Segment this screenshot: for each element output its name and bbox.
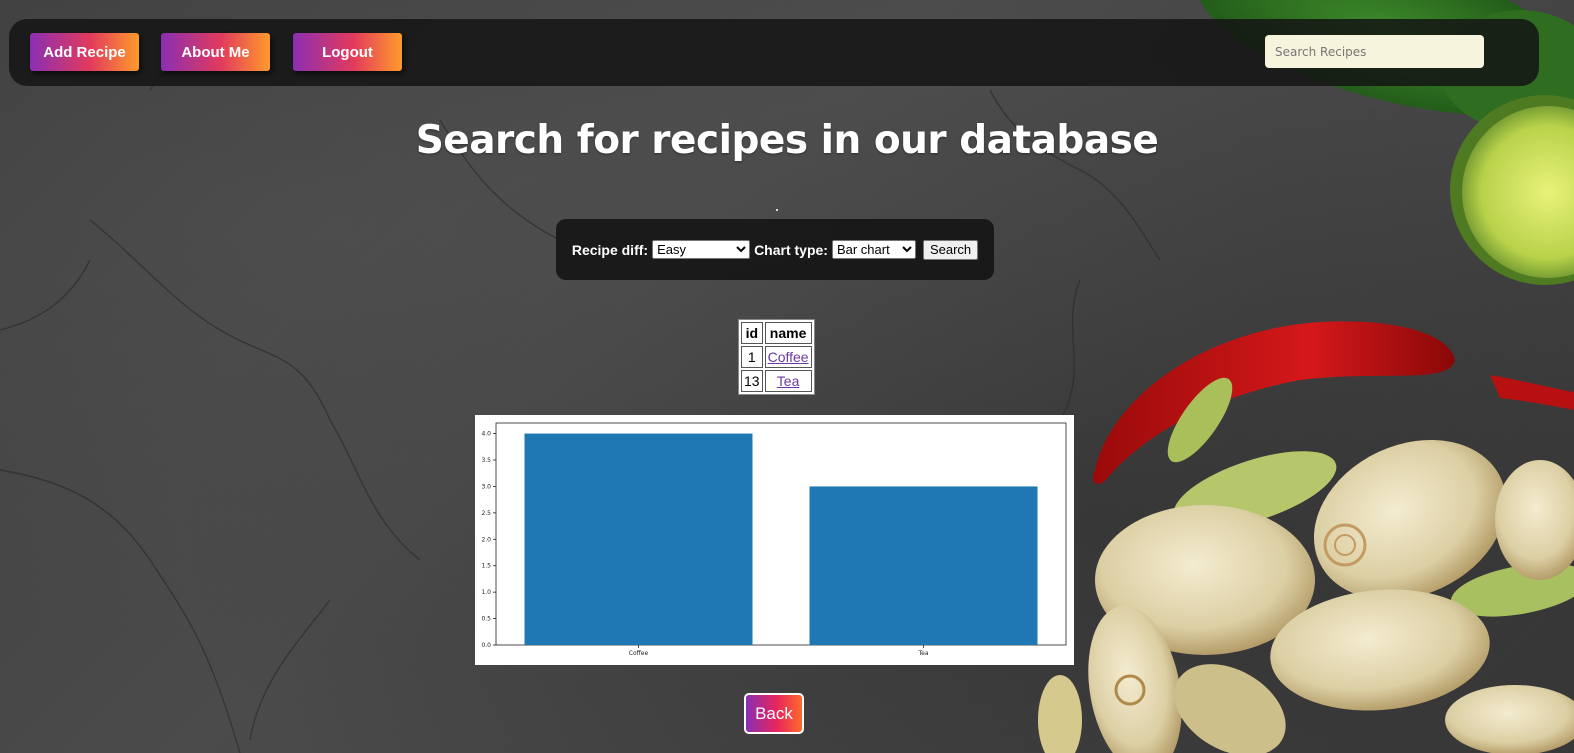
table-header-row: id name: [741, 322, 812, 344]
about-me-button[interactable]: About Me: [161, 33, 270, 71]
y-tick-label: 0.0: [481, 642, 491, 649]
add-recipe-button[interactable]: Add Recipe: [30, 33, 139, 71]
cell-id: 1: [741, 346, 763, 368]
y-tick-label: 0.5: [481, 616, 491, 623]
recipe-diff-select[interactable]: Easy: [652, 240, 751, 259]
recipe-diff-label: Recipe diff:: [571, 241, 649, 258]
results-table: id name 1 Coffee 13 Tea: [738, 319, 815, 395]
recipe-link[interactable]: Tea: [777, 373, 800, 389]
table-row: 13 Tea: [741, 370, 812, 392]
y-tick-label: 2.5: [481, 510, 491, 517]
y-tick-label: 2.0: [481, 536, 491, 543]
y-tick-label: 4.0: [481, 431, 491, 438]
back-button[interactable]: Back: [744, 693, 804, 734]
chart-type-label: Chart type:: [754, 241, 828, 258]
y-tick-label: 3.5: [481, 457, 491, 464]
y-tick-label: 1.5: [481, 563, 491, 570]
header-id: id: [741, 322, 763, 344]
y-tick-label: 3.0: [481, 483, 491, 490]
table-row: 1 Coffee: [741, 346, 812, 368]
logout-button[interactable]: Logout: [293, 33, 402, 71]
bar: [809, 486, 1038, 645]
header-name: name: [764, 322, 812, 344]
cell-name: Tea: [764, 370, 812, 392]
x-tick-label: Coffee: [629, 650, 649, 657]
search-recipes-input[interactable]: [1265, 35, 1484, 68]
bar-chart: 0.0 0.5 1.0 1.5 2.0 2.5 3.0 3.5 4.0 Coffee Tea: [475, 415, 1074, 665]
decorative-dot: [776, 209, 778, 211]
x-tick-label: Tea: [917, 650, 928, 657]
bar: [524, 433, 753, 645]
chart-type-select[interactable]: Bar chart: [831, 240, 916, 259]
cell-name: Coffee: [764, 346, 812, 368]
top-navbar: Add Recipe About Me Logout: [9, 19, 1539, 86]
y-tick-label: 1.0: [481, 589, 491, 596]
filter-panel: Recipe diff: Easy Chart type: Bar chart …: [556, 219, 994, 280]
cell-id: 13: [741, 370, 763, 392]
bar-chart-svg: 0.0 0.5 1.0 1.5 2.0 2.5 3.0 3.5 4.0 Coffee Tea: [481, 422, 1067, 657]
recipe-link[interactable]: Coffee: [768, 349, 809, 365]
search-button[interactable]: Search: [922, 239, 979, 260]
page-title: Search for recipes in our database: [415, 118, 1159, 163]
